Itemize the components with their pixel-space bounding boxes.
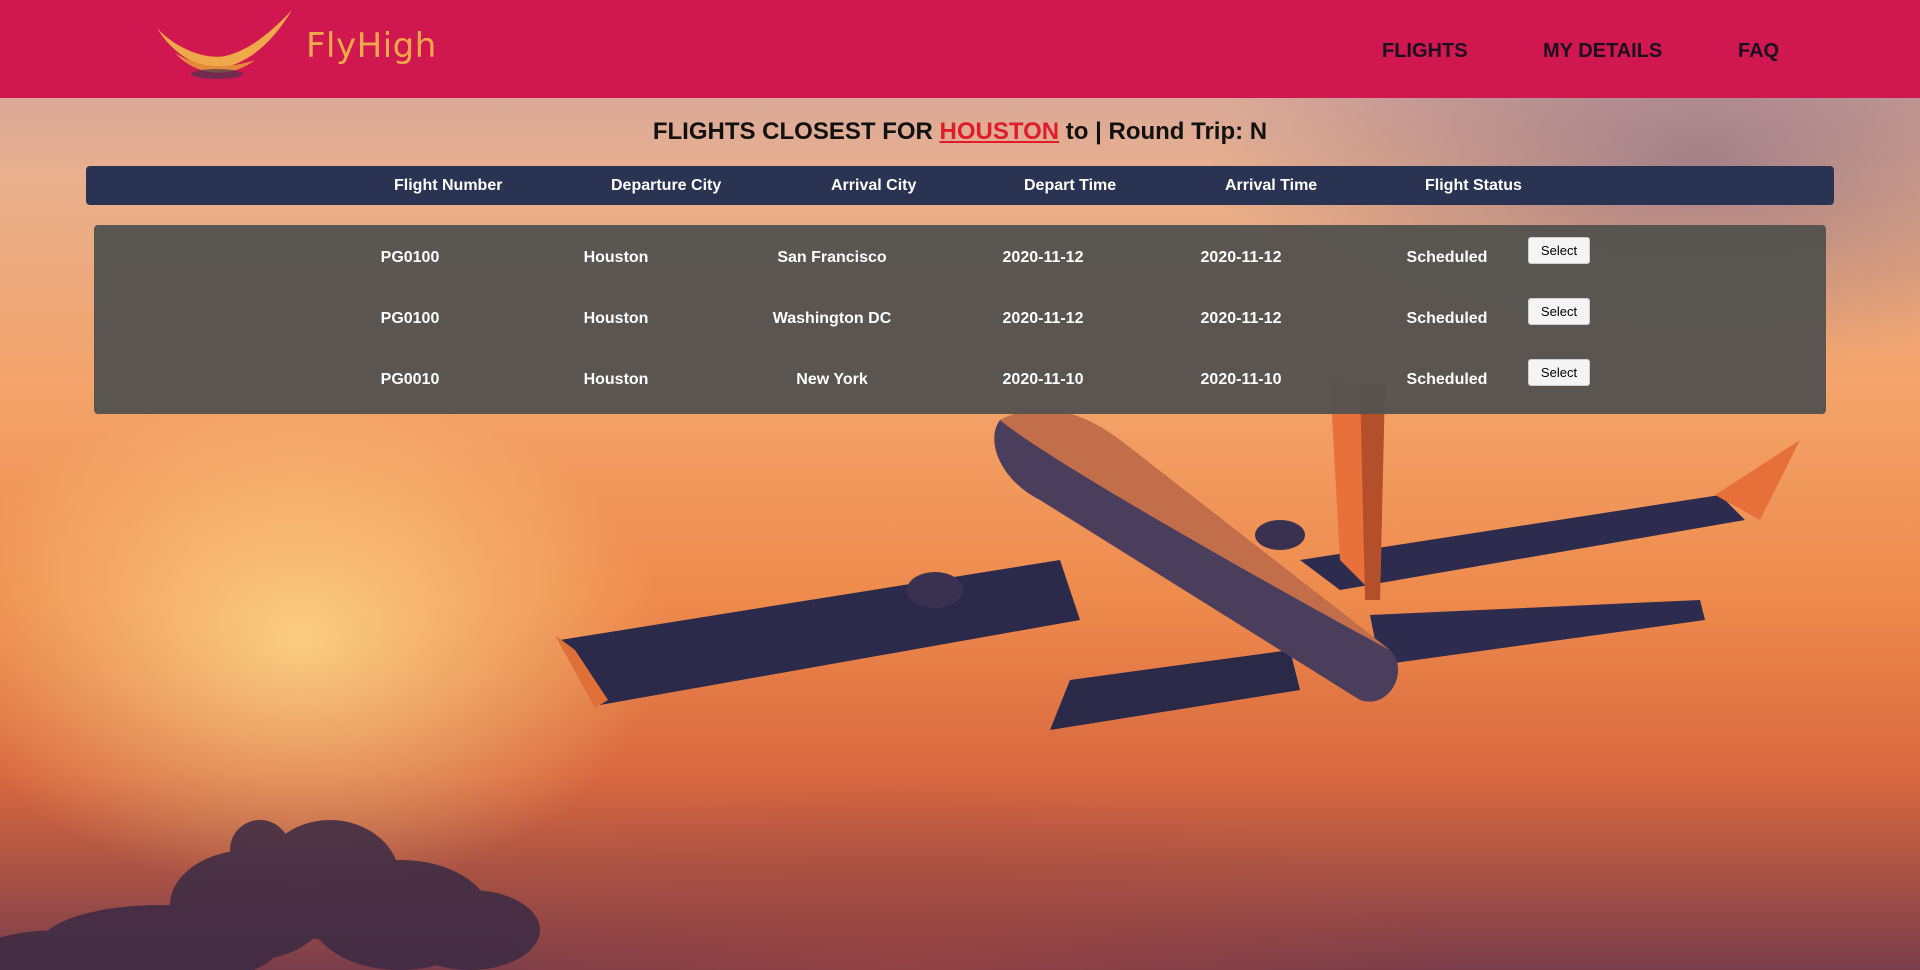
- site-header: FlyHigh FLIGHTS MY DETAILS FAQ: [0, 0, 1920, 98]
- column-header-depart-time: Depart Time: [1024, 177, 1117, 194]
- column-header-arrival-time: Arrival Time: [1225, 177, 1318, 194]
- depart-time-cell: 2020-11-12: [1002, 310, 1084, 327]
- arrival-time-cell: 2020-11-12: [1200, 310, 1282, 327]
- table-row: PG0100 Houston San Francisco 2020-11-12 …: [94, 229, 1826, 290]
- column-header-flight-number: Flight Number: [394, 177, 503, 194]
- arrival-city-cell: San Francisco: [777, 249, 887, 266]
- results-table-header: Flight Number Departure City Arrival Cit…: [86, 166, 1834, 205]
- flight-number-cell: PG0010: [380, 371, 440, 388]
- column-header-arrival-city: Arrival City: [831, 177, 917, 194]
- nav-my-details[interactable]: MY DETAILS: [1543, 40, 1662, 63]
- arrival-time-cell: 2020-11-10: [1200, 371, 1282, 388]
- arrival-city-cell: Washington DC: [772, 310, 892, 327]
- results-table-body: PG0100 Houston San Francisco 2020-11-12 …: [94, 225, 1826, 414]
- select-flight-button[interactable]: Select: [1528, 237, 1590, 264]
- title-prefix: FLIGHTS CLOSEST FOR: [652, 118, 933, 145]
- bird-logo-icon: [157, 10, 292, 79]
- cloud-silhouette: [0, 820, 540, 970]
- nav-faq[interactable]: FAQ: [1738, 40, 1779, 63]
- origin-city-link[interactable]: HOUSTON: [940, 118, 1060, 145]
- select-flight-button[interactable]: Select: [1528, 298, 1590, 325]
- brand-name: FlyHigh: [306, 26, 437, 66]
- depart-time-cell: 2020-11-10: [1002, 371, 1084, 388]
- title-suffix: to | Round Trip: N: [1065, 118, 1268, 145]
- departure-city-cell: Houston: [583, 310, 649, 327]
- arrival-time-cell: 2020-11-12: [1200, 249, 1282, 266]
- departure-city-cell: Houston: [583, 371, 649, 388]
- nav-flights[interactable]: FLIGHTS: [1382, 40, 1468, 63]
- departure-city-cell: Houston: [583, 249, 649, 266]
- flight-number-cell: PG0100: [380, 249, 440, 266]
- flyhigh-logo[interactable]: FlyHigh: [155, 8, 436, 83]
- airplane-silhouette: [555, 380, 1800, 730]
- flight-status-cell: Scheduled: [1406, 249, 1488, 266]
- depart-time-cell: 2020-11-12: [1002, 249, 1084, 266]
- table-row: PG0010 Houston New York 2020-11-10 2020-…: [94, 351, 1826, 412]
- column-header-departure-city: Departure City: [611, 177, 722, 194]
- page-title: FLIGHTS CLOSEST FOR HOUSTON to | Round T…: [0, 118, 1920, 146]
- flight-status-cell: Scheduled: [1406, 371, 1488, 388]
- select-flight-button[interactable]: Select: [1528, 359, 1590, 386]
- column-header-flight-status: Flight Status: [1425, 177, 1522, 194]
- table-row: PG0100 Houston Washington DC 2020-11-12 …: [94, 290, 1826, 351]
- flight-number-cell: PG0100: [380, 310, 440, 327]
- brand-name-fly: Fly: [306, 26, 357, 66]
- flight-status-cell: Scheduled: [1406, 310, 1488, 327]
- arrival-city-cell: New York: [796, 371, 868, 388]
- brand-name-high: High: [356, 26, 437, 66]
